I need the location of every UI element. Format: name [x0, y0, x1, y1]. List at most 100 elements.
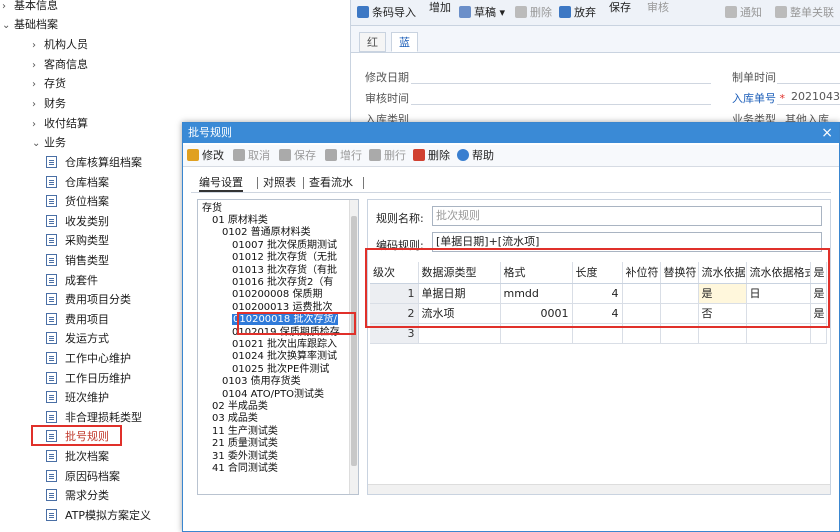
nav-business-item[interactable]: 非合理损耗类型: [46, 408, 142, 427]
tree-node[interactable]: 41 合同测试类: [212, 463, 278, 475]
barcode-import-button[interactable]: 条码导入: [357, 5, 416, 21]
tree-node[interactable]: 01024 批次换算率测试: [232, 351, 337, 363]
bell-icon: [725, 6, 737, 18]
close-icon[interactable]: ×: [821, 123, 833, 143]
nav-group-finance[interactable]: › 财务: [32, 94, 66, 113]
tree-node[interactable]: 01025 批次PE件测试: [232, 364, 329, 376]
grid-hscrollbar[interactable]: [368, 484, 830, 494]
tree-node[interactable]: 01007 批次保质期测试: [232, 240, 337, 252]
cancel-button[interactable]: 取消: [233, 148, 270, 164]
nav-group-business[interactable]: ⌄ 业务: [32, 133, 66, 152]
pencil-icon: [187, 149, 199, 161]
highlight-box-tree: [237, 312, 356, 335]
dialog-save-button[interactable]: 保存: [279, 148, 316, 164]
nav-item-basic-archives[interactable]: ⌄ 基础档案: [2, 15, 58, 34]
tab-separator: [257, 177, 258, 189]
nav-business-item[interactable]: 收发类别: [46, 212, 109, 231]
tree-node[interactable]: 02 半成品类: [212, 401, 268, 413]
tab-view-serial[interactable]: 查看流水: [309, 174, 353, 192]
main-toolbar: 条码导入 增加 草稿 ▾ 删除 放弃 保存 审核 通知 整单关联: [351, 0, 840, 26]
nav-business-item[interactable]: 仓库档案: [46, 173, 109, 192]
help-button[interactable]: 帮助: [457, 148, 494, 164]
tree-node[interactable]: 31 委外测试类: [212, 451, 278, 463]
nav-group-org[interactable]: › 机构人员: [32, 35, 88, 54]
nav-business-item[interactable]: 费用项目: [46, 310, 109, 329]
batch-rule-dialog: 批号规则 × 修改 取消 保存 增行 删行 删除 帮助 编号设置 对照表 查看流…: [182, 122, 840, 532]
modify-date-field[interactable]: [411, 83, 711, 84]
inbound-no-line: [777, 104, 840, 105]
inbound-no-field[interactable]: 202104300: [791, 90, 840, 103]
notify-button[interactable]: 通知: [725, 5, 762, 21]
draft-icon: [459, 6, 471, 18]
tree-node[interactable]: 01021 批次出库跟踪入: [232, 339, 337, 351]
tab-red[interactable]: 红单: [359, 32, 386, 69]
document-icon: [46, 391, 57, 404]
audit-button[interactable]: 审核: [647, 0, 669, 16]
chevron-right-icon: ›: [32, 79, 36, 90]
tab-coding-settings[interactable]: 编号设置: [199, 174, 243, 192]
delete-row-icon: [369, 149, 381, 161]
nav-business-item[interactable]: 工作中心维护: [46, 349, 131, 368]
delete-row-button[interactable]: 删行: [369, 148, 406, 164]
tree-root[interactable]: 存货: [202, 203, 222, 215]
nav-group-settlement[interactable]: › 收付结算: [32, 114, 88, 133]
nav-business-item[interactable]: 需求分类: [46, 486, 109, 505]
nav-item-basic-info[interactable]: › 基本信息: [2, 0, 58, 15]
tree-node[interactable]: 11 生产测试类: [212, 426, 278, 438]
nav-business-item[interactable]: 仓库核算组档案: [46, 153, 142, 172]
tab-blue[interactable]: 蓝单: [391, 32, 418, 69]
save-button[interactable]: 保存: [609, 0, 631, 16]
close-link-button[interactable]: 整单关联: [775, 5, 834, 21]
document-icon: [46, 469, 57, 482]
nav-business-item[interactable]: 费用项目分类: [46, 290, 131, 309]
rule-name-input[interactable]: 批次规则: [432, 206, 822, 226]
nav-group-partners[interactable]: › 客商信息: [32, 55, 88, 74]
nav-business-item[interactable]: 成套件: [46, 271, 98, 290]
floppy-icon: [559, 6, 571, 18]
document-icon: [46, 508, 57, 521]
tab-mapping-table[interactable]: 对照表: [263, 174, 296, 192]
document-icon: [46, 273, 57, 286]
tree-node[interactable]: 0103 债用存货类: [222, 376, 301, 388]
tree-node[interactable]: 01013 批次存货（有批: [232, 265, 337, 277]
nav-business-item[interactable]: 批次档案: [46, 447, 109, 466]
nav-business-item[interactable]: 原因码档案: [46, 467, 120, 486]
tree-scrollbar[interactable]: [349, 200, 358, 494]
tree-node[interactable]: 01012 批次存货（无批: [232, 252, 337, 264]
chevron-down-icon: ⌄: [2, 20, 11, 31]
document-icon: [46, 450, 57, 462]
tree-node[interactable]: 03 成品类: [212, 413, 258, 425]
tab-separator: [303, 177, 304, 189]
delete-button[interactable]: 删除: [515, 5, 552, 21]
nav-business-item[interactable]: 销售类型: [46, 251, 109, 270]
nav-business-item[interactable]: 货位档案: [46, 192, 109, 211]
document-icon: [46, 234, 57, 247]
inventory-tree: 存货 01 原材料类 0102 普通原材料类 01007 批次保质期测试 01012 …: [197, 199, 359, 495]
abandon-button[interactable]: 放弃: [559, 5, 596, 21]
tree-node[interactable]: 0102 普通原材料类: [222, 227, 311, 239]
tree-node[interactable]: 01016 批次存货2（有: [232, 277, 333, 289]
tree-node[interactable]: 0104 ATO/PTO测试类: [222, 389, 324, 401]
draft-button[interactable]: 草稿 ▾: [459, 5, 505, 21]
chevron-right-icon: ›: [2, 1, 6, 12]
add-row-button[interactable]: 增行: [325, 148, 362, 164]
create-time-field[interactable]: [777, 83, 840, 84]
tree-scrollbar-thumb[interactable]: [351, 216, 357, 466]
floppy-icon: [279, 149, 291, 161]
add-button[interactable]: 增加: [429, 0, 451, 16]
tree-node[interactable]: 010200008 保质期: [232, 289, 322, 301]
tree-node[interactable]: 01 原材料类: [212, 215, 268, 227]
dialog-delete-button[interactable]: 删除: [413, 148, 450, 164]
audit-time-field[interactable]: [411, 104, 711, 105]
document-icon: [46, 214, 57, 227]
nav-business-item[interactable]: 工作日历维护: [46, 369, 131, 388]
modify-button[interactable]: 修改: [187, 148, 224, 164]
nav-business-item[interactable]: ATP模拟方案定义: [46, 506, 151, 525]
nav-business-item[interactable]: 采购类型: [46, 231, 109, 250]
nav-business-item[interactable]: 班次维护: [46, 388, 109, 407]
nav-group-inventory[interactable]: › 存货: [32, 74, 66, 93]
nav-business-item[interactable]: 发运方式: [46, 329, 109, 348]
tab-separator: [363, 177, 364, 189]
chevron-right-icon: ›: [32, 60, 36, 71]
tree-node[interactable]: 21 质量测试类: [212, 438, 278, 450]
